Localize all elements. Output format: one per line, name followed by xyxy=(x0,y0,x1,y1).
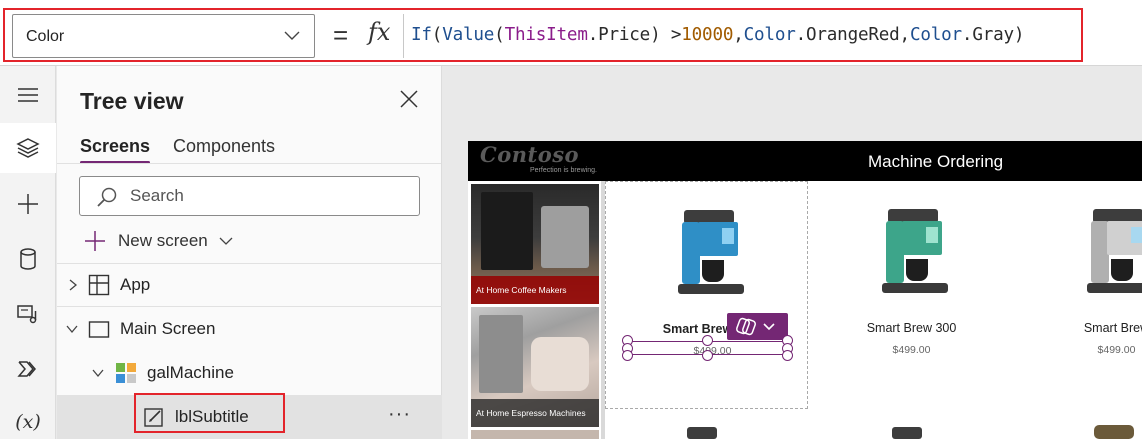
app-header: Contoso Perfection is brewing. Machine O… xyxy=(468,141,1142,181)
tree-node-main-screen[interactable]: Main Screen xyxy=(57,307,442,351)
copilot-button[interactable] xyxy=(727,313,788,340)
chevron-down-icon[interactable] xyxy=(66,323,78,335)
variables-label: (x) xyxy=(15,411,41,433)
power-automate-icon[interactable] xyxy=(0,344,56,394)
plus-icon xyxy=(85,231,105,251)
node-highlight-box xyxy=(134,393,285,433)
coffee-machine-image xyxy=(1087,209,1142,293)
product-name: Smart Brew 300 xyxy=(866,321,957,335)
chevron-down-icon xyxy=(219,237,233,245)
tab-screens[interactable]: Screens xyxy=(80,136,151,164)
contoso-logo: Contoso xyxy=(480,142,580,167)
screen-icon xyxy=(88,321,110,338)
coffee-machine-image xyxy=(687,427,717,439)
app-preview[interactable]: Contoso Perfection is brewing. Machine O… xyxy=(468,141,1142,439)
tabs-divider xyxy=(57,163,441,164)
category-caption: At Home Coffee Makers xyxy=(471,276,599,304)
more-options-icon[interactable]: ··· xyxy=(388,403,411,426)
app-icon xyxy=(88,274,110,296)
product-card[interactable]: Smart Brew 300 $499.00 xyxy=(810,181,1013,409)
coffee-maker-image xyxy=(481,192,533,270)
search-box[interactable] xyxy=(79,176,420,216)
tree-node-gallery[interactable]: galMachine xyxy=(57,351,442,395)
copilot-chevron-icon xyxy=(736,317,775,336)
tab-components[interactable]: Components xyxy=(173,136,275,157)
layers-icon[interactable] xyxy=(0,123,56,173)
resize-handle[interactable] xyxy=(622,350,633,361)
data-cylinder-icon[interactable] xyxy=(0,234,56,284)
tree-node-label: App xyxy=(120,275,151,294)
new-screen-button[interactable]: New screen xyxy=(84,229,233,253)
tree-view-title: Tree view xyxy=(80,88,184,114)
category-label: At Home Coffee Makers xyxy=(476,285,567,295)
tree-view-panel: Tree view Screens Components New screen … xyxy=(57,66,442,439)
category-tile[interactable]: At Home Espresso Machines xyxy=(471,307,599,427)
search-icon xyxy=(97,187,117,207)
formula-bar: Color = fx If(Value(ThisItem.Price) >100… xyxy=(0,0,1142,66)
coffee-machine-image xyxy=(678,210,744,294)
product-price: $499.00 xyxy=(892,344,931,356)
tree-node-app[interactable]: App xyxy=(57,263,442,307)
resize-handle[interactable] xyxy=(782,350,793,361)
chevron-down-icon[interactable] xyxy=(92,367,104,379)
product-card[interactable]: Smart Brew $499.00 xyxy=(1015,181,1142,409)
hamburger-menu-icon[interactable] xyxy=(0,70,56,120)
formula-highlight-box xyxy=(3,8,1083,62)
mug-image xyxy=(541,206,589,268)
resize-handle[interactable] xyxy=(702,335,713,346)
insert-plus-icon[interactable] xyxy=(0,179,56,229)
tree-node-label: galMachine xyxy=(147,363,234,382)
canvas-area[interactable]: Contoso Perfection is brewing. Machine O… xyxy=(443,66,1142,439)
search-input[interactable] xyxy=(130,186,400,206)
variables-icon[interactable]: (x) xyxy=(0,397,56,439)
resize-handle[interactable] xyxy=(702,350,713,361)
category-tile[interactable]: At Home Coffee Makers xyxy=(471,184,599,304)
new-screen-label: New screen xyxy=(118,231,208,250)
category-label: At Home Espresso Machines xyxy=(476,408,586,418)
coffee-machine-image xyxy=(882,209,948,293)
category-caption: At Home Espresso Machines xyxy=(471,399,599,427)
hands-image xyxy=(531,337,589,391)
product-card[interactable]: Smart Brew $499.00 xyxy=(605,181,808,409)
espresso-machine-image xyxy=(479,315,523,393)
tree-node-label: Main Screen xyxy=(120,319,216,338)
product-price: $499.00 xyxy=(1097,344,1136,356)
chevron-right-icon[interactable] xyxy=(67,279,79,291)
product-name: Smart Brew xyxy=(1083,321,1142,335)
media-icon[interactable] xyxy=(0,289,56,339)
logo-tagline: Perfection is brewing. xyxy=(530,167,597,174)
coffee-machine-image xyxy=(892,427,922,439)
gallery-icon xyxy=(116,363,136,383)
left-rail: (x) xyxy=(0,66,56,439)
category-tile[interactable] xyxy=(471,430,599,439)
app-title: Machine Ordering xyxy=(868,152,1004,171)
close-icon[interactable] xyxy=(399,89,419,109)
coffee-machine-image xyxy=(1094,425,1134,439)
